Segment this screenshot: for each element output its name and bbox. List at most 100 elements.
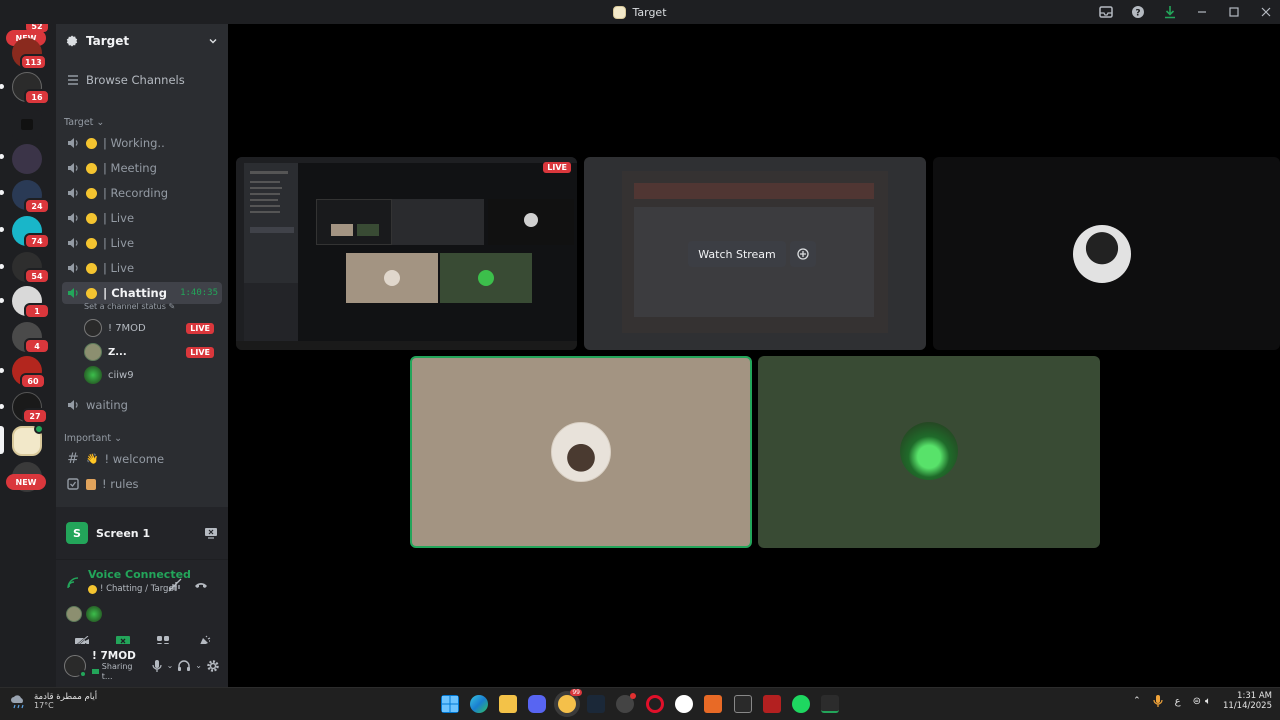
browse-channels[interactable]: Browse Channels (62, 69, 222, 91)
voice-channel[interactable]: waiting (62, 394, 222, 416)
discord-icon[interactable] (528, 695, 546, 713)
selected-indicator (0, 426, 4, 454)
channel-sidebar: Target Browse Channels Target ⌄ | Working… (56, 24, 228, 687)
voice-app-icon[interactable] (763, 695, 781, 713)
voice-channel[interactable]: | Live (62, 232, 222, 254)
speaker-active-icon (68, 288, 78, 298)
voice-channel[interactable]: | Live (62, 257, 222, 279)
signal-icon[interactable] (66, 576, 80, 590)
opera-icon[interactable] (646, 695, 664, 713)
start-icon[interactable] (441, 695, 459, 713)
guild-header[interactable]: Target (56, 24, 228, 58)
badge-count: 24 (24, 198, 50, 214)
folder-icon[interactable] (12, 110, 42, 140)
headphones-icon[interactable] (177, 659, 191, 673)
file-explorer-icon[interactable] (499, 695, 517, 713)
badge-count: 16 (24, 89, 50, 105)
user-info[interactable]: ! 7MOD Sharing t... (92, 650, 145, 681)
chevron-down-icon[interactable] (208, 36, 218, 46)
server-icon[interactable] (12, 144, 42, 174)
app-icon[interactable] (704, 695, 722, 713)
maximize-icon[interactable] (1226, 4, 1242, 20)
voice-channel[interactable]: | Live (62, 207, 222, 229)
close-icon[interactable] (1258, 4, 1274, 20)
epic-games-icon[interactable] (734, 695, 752, 713)
watch-stream-button[interactable]: Watch Stream (688, 241, 786, 267)
inbox-icon[interactable] (1098, 4, 1114, 20)
microphone-icon[interactable] (151, 659, 163, 673)
stream-tile-screen[interactable]: LIVE (236, 157, 577, 350)
text-channel[interactable]: # 👋 ! welcome (62, 448, 222, 470)
steam-icon[interactable] (587, 695, 605, 713)
cloud-rain-icon (11, 695, 24, 709)
avatar[interactable] (86, 606, 102, 622)
download-icon[interactable] (1162, 4, 1178, 20)
voice-connection-panel: Voice Connected ! Chatting / Target (56, 559, 228, 651)
language-indicator[interactable]: ع (1175, 696, 1181, 707)
chevron-up-icon[interactable]: ⌃ (1133, 696, 1141, 706)
noise-suppression-icon[interactable] (168, 578, 182, 592)
title-bar: Target ? (0, 0, 1280, 24)
stop-stream-icon[interactable] (204, 527, 218, 539)
weather-temp: 17°C (34, 701, 54, 711)
unread-pip (0, 298, 4, 303)
app-active-icon[interactable] (821, 695, 839, 713)
new-unreads-pill-bottom[interactable]: NEW (6, 474, 46, 490)
spotify-icon[interactable] (792, 695, 810, 713)
chevron-down-icon: ⌄ (96, 117, 105, 128)
rules-icon (67, 478, 79, 490)
stream-tile-game[interactable]: Watch Stream (584, 157, 926, 350)
user-panel: ! 7MOD Sharing t... ⌄ ⌄ (56, 644, 228, 687)
search-app-icon[interactable] (675, 695, 693, 713)
settings-gear-icon[interactable] (206, 659, 220, 673)
network-volume-icons[interactable]: ⊜ 🔈︎ (1193, 696, 1211, 707)
badge-count: 60 (20, 373, 46, 389)
avatar[interactable] (66, 606, 82, 622)
channel-status[interactable]: Set a channel status ✎ (84, 302, 175, 311)
voice-user[interactable]: ! 7MOD LIVE (84, 318, 214, 338)
voice-stage: LIVE Watch Stream (228, 24, 1280, 687)
speaker-icon (68, 263, 78, 273)
clock[interactable]: 1:31 AM 11/14/2025 (1223, 691, 1272, 711)
help-icon[interactable]: ? (1130, 4, 1146, 20)
text-channel[interactable]: ! rules (62, 473, 222, 495)
settings-app-icon[interactable] (616, 693, 636, 713)
channel-label: ! rules (102, 477, 139, 491)
voice-channel[interactable]: | Recording (62, 182, 222, 204)
category-important[interactable]: Important ⌄ (64, 433, 122, 444)
guild-badge-icon (66, 35, 78, 47)
user-tile-speaking[interactable] (410, 356, 752, 548)
user-avatar (900, 422, 958, 480)
speaker-icon (68, 400, 78, 410)
voice-user[interactable]: ciiw9 (84, 365, 214, 385)
voice-location[interactable]: ! Chatting / Target (88, 584, 177, 594)
user-status: Sharing t... (101, 662, 133, 681)
voice-channel-active[interactable]: | Chatting 1:40:35 (62, 282, 222, 304)
disconnect-icon[interactable] (194, 579, 208, 591)
user-avatar (1073, 225, 1131, 283)
user-tile-green[interactable] (758, 356, 1100, 548)
popout-stream-button[interactable] (790, 241, 816, 267)
edge-browser-icon[interactable] (470, 695, 488, 713)
unread-pip (0, 227, 4, 232)
voice-channel[interactable]: | Working.. (62, 132, 222, 154)
voice-channel[interactable]: | Meeting (62, 157, 222, 179)
chevron-down-icon[interactable]: ⌄ (195, 661, 202, 670)
chevron-down-icon[interactable]: ⌄ (167, 661, 174, 670)
weather-widget[interactable]: أيام ممطرة قادمة 17°C (10, 692, 97, 711)
microphone-tray-icon[interactable] (1153, 694, 1163, 708)
badge-count: 27 (22, 408, 48, 424)
voice-user[interactable]: Z... LIVE (84, 342, 214, 362)
svg-text:?: ? (1135, 9, 1140, 19)
server-rail: 52 NEW 113 16 24 74 54 1 4 60 27 NEW (0, 24, 56, 687)
discord-target-icon[interactable]: 99 (558, 689, 582, 713)
user-avatar[interactable] (64, 654, 87, 678)
minimize-icon[interactable] (1194, 4, 1210, 20)
user-tile-dark[interactable] (933, 157, 1280, 350)
speaker-icon (68, 138, 78, 148)
sharing-icon (92, 669, 99, 675)
target-server-icon[interactable] (12, 424, 44, 456)
unread-pip (0, 404, 4, 409)
unread-pip (0, 264, 4, 269)
category-target[interactable]: Target ⌄ (64, 117, 104, 128)
